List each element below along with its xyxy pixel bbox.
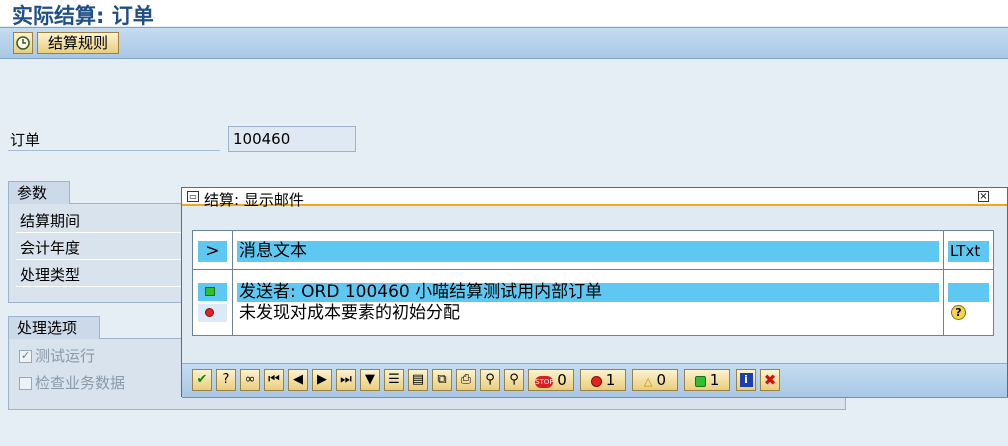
sort-icon[interactable]: ☰ (384, 369, 404, 391)
column-divider (232, 231, 233, 335)
test-run-label: 测试运行 (35, 347, 96, 365)
help-icon[interactable]: ? (216, 369, 236, 391)
messages-popup: ▭ 结算: 显示邮件 × > 消息文本 LTxt 发送者: ORD 100460… (181, 187, 1008, 397)
glasses-icon[interactable]: ∞ (240, 369, 260, 391)
message-text[interactable]: 未发现对成本要素的初始分配 (237, 304, 939, 323)
message-text[interactable]: 发送者: ORD 100460 小喵结算测试用内部订单 (237, 283, 939, 302)
warning-count: 0 (656, 371, 667, 389)
layout-icon[interactable]: ▤ (408, 369, 428, 391)
order-label-underline (8, 150, 220, 151)
checkmark-icon[interactable]: ✔ (192, 369, 212, 391)
check-data-label: 检查业务数据 (35, 374, 126, 392)
check-data-checkbox[interactable] (19, 377, 32, 390)
popup-title: 结算: 显示邮件 (204, 191, 304, 209)
warning-messages-button[interactable]: △ 0 (632, 369, 678, 391)
find-icon[interactable]: ⚲ (480, 369, 500, 391)
execute-button[interactable] (13, 32, 33, 54)
test-run-checkbox[interactable]: ✓ (19, 350, 32, 363)
print-icon[interactable]: ⎙ (456, 369, 476, 391)
close-icon[interactable]: × (978, 191, 989, 202)
longtext-cell (948, 283, 989, 302)
stop-icon: STOP (535, 375, 554, 388)
green-led-icon (205, 287, 215, 296)
next-page-icon[interactable]: ▶ (312, 369, 332, 391)
error-count: 1 (605, 371, 616, 389)
stop-count: 0 (557, 371, 567, 389)
processing-options-tab: 处理选项 (8, 316, 100, 339)
order-label: 订单 (10, 131, 41, 149)
warning-triangle-icon: △ (643, 374, 653, 388)
settlement-rules-button[interactable]: 结算规则 (37, 32, 119, 54)
column-divider (943, 231, 944, 335)
order-input[interactable]: 100460 (228, 126, 356, 152)
header-divider (193, 269, 993, 270)
message-status-cell (198, 304, 227, 322)
success-count: 1 (709, 371, 720, 389)
success-messages-button[interactable]: 1 (684, 369, 730, 391)
info-icon[interactable]: i (736, 369, 756, 391)
clock-execute-icon (16, 36, 30, 50)
previous-page-icon[interactable]: ◀ (288, 369, 308, 391)
popup-titlebar: ▭ 结算: 显示邮件 × (182, 188, 1007, 209)
field-divider (16, 232, 182, 233)
window-icon: ▭ (187, 191, 199, 202)
page-title: 实际结算: 订单 (12, 4, 154, 28)
last-page-icon[interactable]: ⏭ (336, 369, 356, 391)
find-next-icon[interactable]: ⚲ (504, 369, 524, 391)
column-header-longtext[interactable]: LTxt (948, 241, 989, 262)
processing-type-label: 处理类型 (20, 266, 81, 284)
settlement-period-label: 结算期间 (20, 212, 81, 230)
column-header-message-text[interactable]: 消息文本 (237, 241, 939, 262)
longtext-cell: ? (948, 304, 989, 323)
popup-toolbar: ✔ ? ∞ ⏮ ◀ ▶ ⏭ ▼ ☰ ▤ ⧉ ⎙ ⚲ ⚲ STOP 0 1 △ 0… (182, 363, 1007, 397)
message-status-cell (198, 283, 227, 301)
red-led-icon (590, 376, 602, 387)
test-run-option[interactable]: ✓ 测试运行 (19, 345, 95, 366)
app-toolbar: 结算规则 (0, 27, 1008, 59)
help-longtext-icon[interactable]: ? (951, 305, 966, 320)
error-messages-button[interactable]: 1 (580, 369, 626, 391)
expand-all-arrow[interactable]: > (198, 241, 227, 262)
first-page-icon[interactable]: ⏮ (264, 369, 284, 391)
cancel-icon[interactable]: ✖ (760, 369, 780, 391)
green-led-icon (694, 376, 706, 387)
parameters-tab: 参数 (8, 181, 70, 204)
message-list: > 消息文本 LTxt 发送者: ORD 100460 小喵结算测试用内部订单 … (192, 230, 994, 336)
red-led-icon (205, 308, 214, 317)
copy-icon[interactable]: ⧉ (432, 369, 452, 391)
stop-messages-button[interactable]: STOP 0 (528, 369, 574, 391)
field-divider (16, 286, 182, 287)
check-data-option[interactable]: 检查业务数据 (19, 372, 125, 393)
filter-icon[interactable]: ▼ (360, 369, 380, 391)
field-divider (16, 259, 182, 260)
fiscal-year-label: 会计年度 (20, 239, 81, 257)
